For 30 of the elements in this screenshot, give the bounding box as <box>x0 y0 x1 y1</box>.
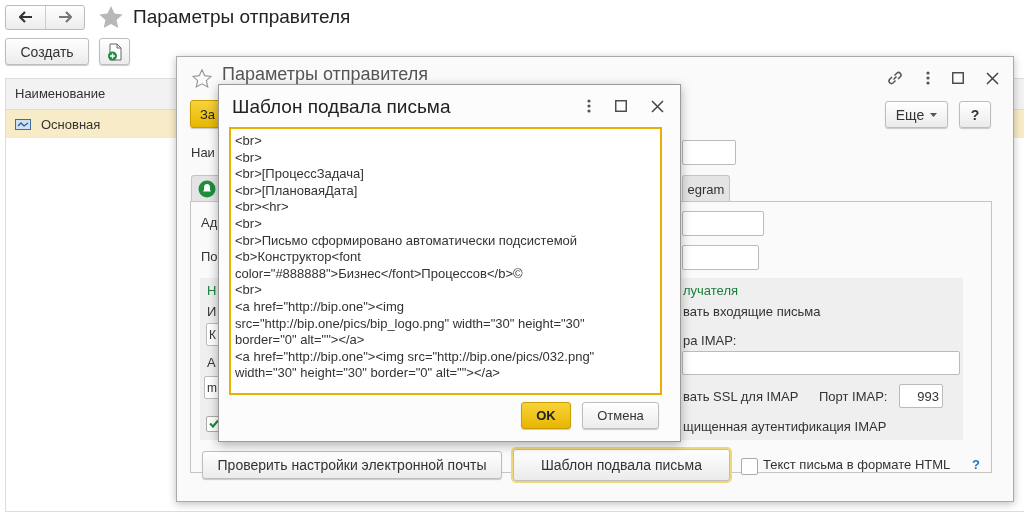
code-line: <br> <box>235 282 263 299</box>
field-label: А <box>207 355 216 370</box>
address-label: Ад <box>201 215 218 230</box>
page-title: Параметры отправителя <box>133 6 351 28</box>
code-line: border="0" alt=""></a> <box>235 332 366 349</box>
code-line: <b>Конструктор<font <box>235 249 362 266</box>
group-title: Н <box>207 283 217 298</box>
row-name: Основная <box>41 116 101 132</box>
code-line: <br> <box>235 215 263 233</box>
code-line: <br>[ПроцессЗадача] <box>235 166 365 183</box>
field-label: ра IMAP: <box>683 333 737 348</box>
name-label: Наи <box>191 145 215 160</box>
code-line: <br> <box>235 149 263 167</box>
code-line: src="http://bip.one/pics/bip_logo.png" width="30" height="30" <box>235 315 586 333</box>
checkbox-label: щищенная аутентификация IMAP <box>683 419 887 434</box>
checkbox-label: Текст письма в формате HTML <box>763 457 951 472</box>
code-line: <br>[ПлановаяДата] <box>235 182 359 200</box>
port-label: Порт IMAP: <box>819 389 888 404</box>
field-label: По <box>201 249 218 264</box>
field-label: И <box>207 304 217 319</box>
code-line: <br>Письмо сформировано автоматически подсистемой <box>235 232 579 250</box>
code-line: <a href="http://bip.one"><img src="http://bip.one/pics/032.png" <box>235 348 596 366</box>
checkbox-label: вать входящие письма <box>683 304 821 319</box>
code-line: color="#888888">Бизнес</font>Процессов</b>© <box>235 265 524 283</box>
group-title: лучателя <box>683 283 739 298</box>
code-line: <a href="http://bip.one"><img <box>235 298 405 316</box>
code-line: width="30" height="30" border="0" alt=""></a> <box>235 365 501 382</box>
code-line: <br><hr> <box>235 199 290 216</box>
checkbox-label: вать SSL для IMAP <box>683 389 799 404</box>
code-line: <br> <box>235 133 263 150</box>
